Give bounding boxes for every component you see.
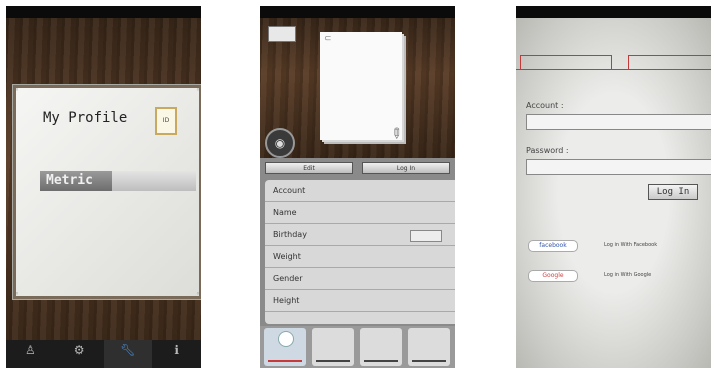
field-row-height[interactable]: Height	[265, 290, 455, 312]
field-row-account[interactable]: Account	[265, 180, 455, 202]
wrench-icon: 🔧︎	[120, 343, 136, 357]
bottom-tab-bar	[260, 326, 455, 368]
field-label: Account	[273, 186, 306, 195]
field-row-gender[interactable]: Gender	[265, 268, 455, 290]
status-bar	[516, 6, 711, 18]
status-bar	[260, 6, 455, 18]
field-label: Gender	[273, 274, 303, 283]
metric-slider[interactable]	[112, 171, 196, 191]
gear-icon: ⚙	[73, 343, 85, 357]
tab-item[interactable]	[312, 328, 354, 366]
profile-screen: ◦ ◦ ◦ ◦ My Profile ID Metric ♙ ⚙ 🔧︎ ℹ	[6, 6, 201, 368]
birthday-picker[interactable]	[410, 230, 442, 242]
tab-indicator	[268, 360, 302, 362]
tab-item[interactable]	[408, 328, 450, 366]
tab-settings[interactable]: ⚙	[55, 340, 104, 368]
facebook-button[interactable]: facebook	[528, 240, 578, 252]
field-row-name[interactable]: Name	[265, 202, 455, 224]
id-card-icon[interactable]: ID	[155, 107, 177, 135]
google-button[interactable]: Google	[528, 270, 578, 282]
camera-button[interactable]: ◉	[265, 128, 295, 158]
login-screen: Account : Password : Log In facebook Log…	[516, 6, 711, 368]
tab-create-account[interactable]	[628, 55, 711, 69]
field-label: Weight	[273, 252, 301, 261]
facebook-login-text[interactable]: Log in With Facebook	[604, 242, 657, 248]
details-area: Edit Log In Account Name Birthday Weight…	[260, 158, 455, 326]
paperclip-icon: ⊂	[324, 34, 332, 44]
field-row-weight[interactable]: Weight	[265, 246, 455, 268]
tab-profile[interactable]: ♙	[6, 340, 55, 368]
status-bar	[6, 6, 201, 18]
field-label: Height	[273, 296, 300, 305]
profile-fields-card: Account Name Birthday Weight Gender Heig…	[265, 180, 455, 324]
metric-label: Metric	[46, 173, 93, 188]
tab-info[interactable]: ℹ	[152, 340, 201, 368]
tab-profile[interactable]	[264, 328, 306, 366]
tab-login[interactable]	[520, 55, 612, 69]
action-row: Edit Log In	[265, 162, 450, 174]
tab-indicator	[316, 360, 350, 362]
account-detail-screen: ⊂ ✎ ◉ Edit Log In Account Name Birthday …	[260, 6, 455, 368]
login-button[interactable]: Log In	[362, 162, 450, 174]
login-button[interactable]: Log In	[648, 184, 698, 200]
photo-area: ⊂ ✎ ◉	[260, 18, 455, 158]
tab-item[interactable]	[360, 328, 402, 366]
google-login-text[interactable]: Log in With Google	[604, 272, 651, 278]
account-label: Account :	[526, 101, 564, 110]
password-label: Password :	[526, 146, 569, 155]
profile-panel: ◦ ◦ ◦ ◦ My Profile ID Metric	[12, 84, 201, 300]
metric-toggle[interactable]: Metric	[40, 171, 196, 191]
corner-pin-icon: ◦	[15, 86, 20, 94]
folder-tabs	[516, 55, 711, 70]
tab-indicator	[364, 360, 398, 362]
field-row-birthday[interactable]: Birthday	[265, 224, 455, 246]
profile-photo[interactable]	[320, 32, 402, 140]
page-title: My Profile	[43, 110, 128, 126]
edit-button[interactable]: Edit	[265, 162, 353, 174]
corner-pin-icon: ◦	[195, 86, 200, 94]
password-input[interactable]	[526, 159, 711, 175]
tab-indicator	[412, 360, 446, 362]
tab-tools[interactable]: 🔧︎	[103, 340, 153, 368]
corner-pin-icon: ◦	[195, 290, 200, 298]
person-icon: ♙	[24, 343, 36, 357]
field-label: Name	[273, 208, 297, 217]
login-body: Account : Password : Log In facebook Log…	[516, 18, 711, 368]
corner-pin-icon: ◦	[15, 290, 20, 298]
person-icon	[278, 331, 294, 347]
info-icon: ℹ	[174, 343, 179, 357]
back-button[interactable]	[268, 26, 296, 42]
tab-bar: ♙ ⚙ 🔧︎ ℹ	[6, 340, 201, 368]
camera-icon: ◉	[274, 136, 286, 150]
account-input[interactable]	[526, 114, 711, 130]
field-label: Birthday	[273, 230, 307, 239]
